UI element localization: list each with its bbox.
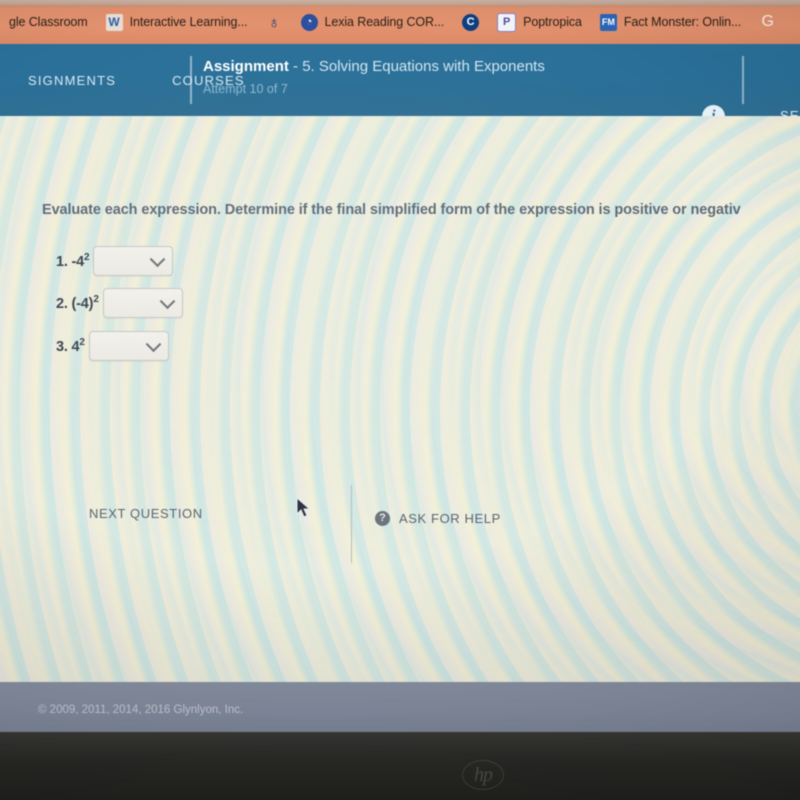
laptop-bezel: hp <box>0 732 800 800</box>
moire-pattern-overlay <box>0 116 800 682</box>
fact-monster-icon: FM <box>599 13 617 31</box>
bookmark-label: Interactive Learning... <box>129 15 248 29</box>
question-number: 3. <box>56 338 68 355</box>
hp-logo-icon: hp <box>462 760 504 790</box>
bookmark-interactive-learning[interactable]: W Interactive Learning... <box>97 5 257 39</box>
app-header-bar: SIGNMENTS COURSES Assignment - 5. Solvin… <box>0 44 800 116</box>
assignment-title-block: Assignment - 5. Solving Equations with E… <box>203 58 545 96</box>
question-exponent: 2 <box>84 252 90 264</box>
screenshot-root: gle Classroom W Interactive Learning... … <box>0 0 800 800</box>
w-wixie-icon: W <box>105 13 123 31</box>
page-title-strong: Assignment <box>203 58 289 75</box>
question-label-3: 3. 42 <box>56 337 85 355</box>
chevron-down-icon <box>150 251 166 268</box>
question-row-1: 1. -42 <box>56 246 174 276</box>
bookmark-poptropica[interactable]: P Poptropica <box>488 5 591 39</box>
button-divider <box>351 485 352 563</box>
answer-dropdown-2[interactable] <box>102 288 183 318</box>
lexia-icon: ◔ <box>300 13 318 31</box>
bookmark-globe[interactable]: ♁ <box>257 5 292 39</box>
chevron-down-icon <box>145 336 162 353</box>
question-row-3: 3. 42 <box>56 331 169 361</box>
next-question-button[interactable]: NEXT QUESTION <box>89 506 203 521</box>
question-number: 2. <box>56 295 68 312</box>
poptropica-icon: P <box>497 12 517 32</box>
bookmark-lexia-reading[interactable]: ◔ Lexia Reading COR... <box>292 5 454 39</box>
page-title: Assignment - 5. Solving Equations with E… <box>203 58 545 75</box>
assignment-content-area: Evaluate each expression. Determine if t… <box>0 116 800 682</box>
question-mark-icon: ? <box>375 511 390 526</box>
mouse-cursor <box>296 496 312 524</box>
bookmark-label: Lexia Reading COR... <box>324 15 445 29</box>
bookmark-label: Fact Monster: Onlin... <box>623 15 742 29</box>
google-icon: G <box>761 13 774 30</box>
bookmark-google[interactable]: G <box>750 5 785 39</box>
attempt-status: Attempt 10 of 7 <box>203 82 288 96</box>
copyright-text: © 2009, 2011, 2014, 2016 Glynlyon, Inc. <box>38 704 244 716</box>
question-row-2: 2. (-4)2 <box>56 288 183 318</box>
info-icon[interactable]: i <box>702 105 725 116</box>
cursor-arrow-icon <box>296 496 311 518</box>
window-top-edge <box>0 0 800 7</box>
nav-item-sections[interactable]: SEC <box>780 108 800 116</box>
page-title-rest: - 5. Solving Equations with Exponents <box>288 58 545 75</box>
answer-dropdown-3[interactable] <box>88 331 169 361</box>
chevron-down-icon <box>159 293 175 310</box>
question-label-1: 1. -42 <box>56 252 90 270</box>
question-label-2: 2. (-4)2 <box>56 294 99 312</box>
bookmark-label: Poptropica <box>523 15 582 29</box>
clever-icon: C <box>462 13 480 31</box>
bookmark-fact-monster[interactable]: FM Fact Monster: Onlin... <box>591 5 750 39</box>
ask-for-help-label: ASK FOR HELP <box>399 511 501 526</box>
bookmark-clever[interactable]: C <box>453 5 488 39</box>
bookmark-label: gle Classroom <box>9 15 88 29</box>
bezel-sheen <box>0 732 800 800</box>
answer-dropdown-1[interactable] <box>93 246 174 276</box>
question-exponent: 2 <box>93 294 99 306</box>
question-base: -4 <box>71 253 85 270</box>
ask-for-help-button[interactable]: ? ASK FOR HELP <box>375 511 501 526</box>
page-footer: © 2009, 2011, 2014, 2016 Glynlyon, Inc. <box>0 682 800 732</box>
bookmark-google-classroom[interactable]: gle Classroom <box>0 5 97 39</box>
screen-glare-overlay <box>0 116 800 682</box>
question-prompt: Evaluate each expression. Determine if t… <box>42 202 741 218</box>
question-exponent: 2 <box>79 337 85 349</box>
header-divider-right <box>742 56 744 104</box>
nav-item-assignments[interactable]: SIGNMENTS <box>0 73 144 88</box>
header-divider-left <box>190 56 192 104</box>
question-number: 1. <box>56 253 68 270</box>
browser-bookmarks-bar: gle Classroom W Interactive Learning... … <box>0 0 800 44</box>
globe-icon: ♁ <box>267 12 281 32</box>
question-base: (-4) <box>71 295 94 312</box>
